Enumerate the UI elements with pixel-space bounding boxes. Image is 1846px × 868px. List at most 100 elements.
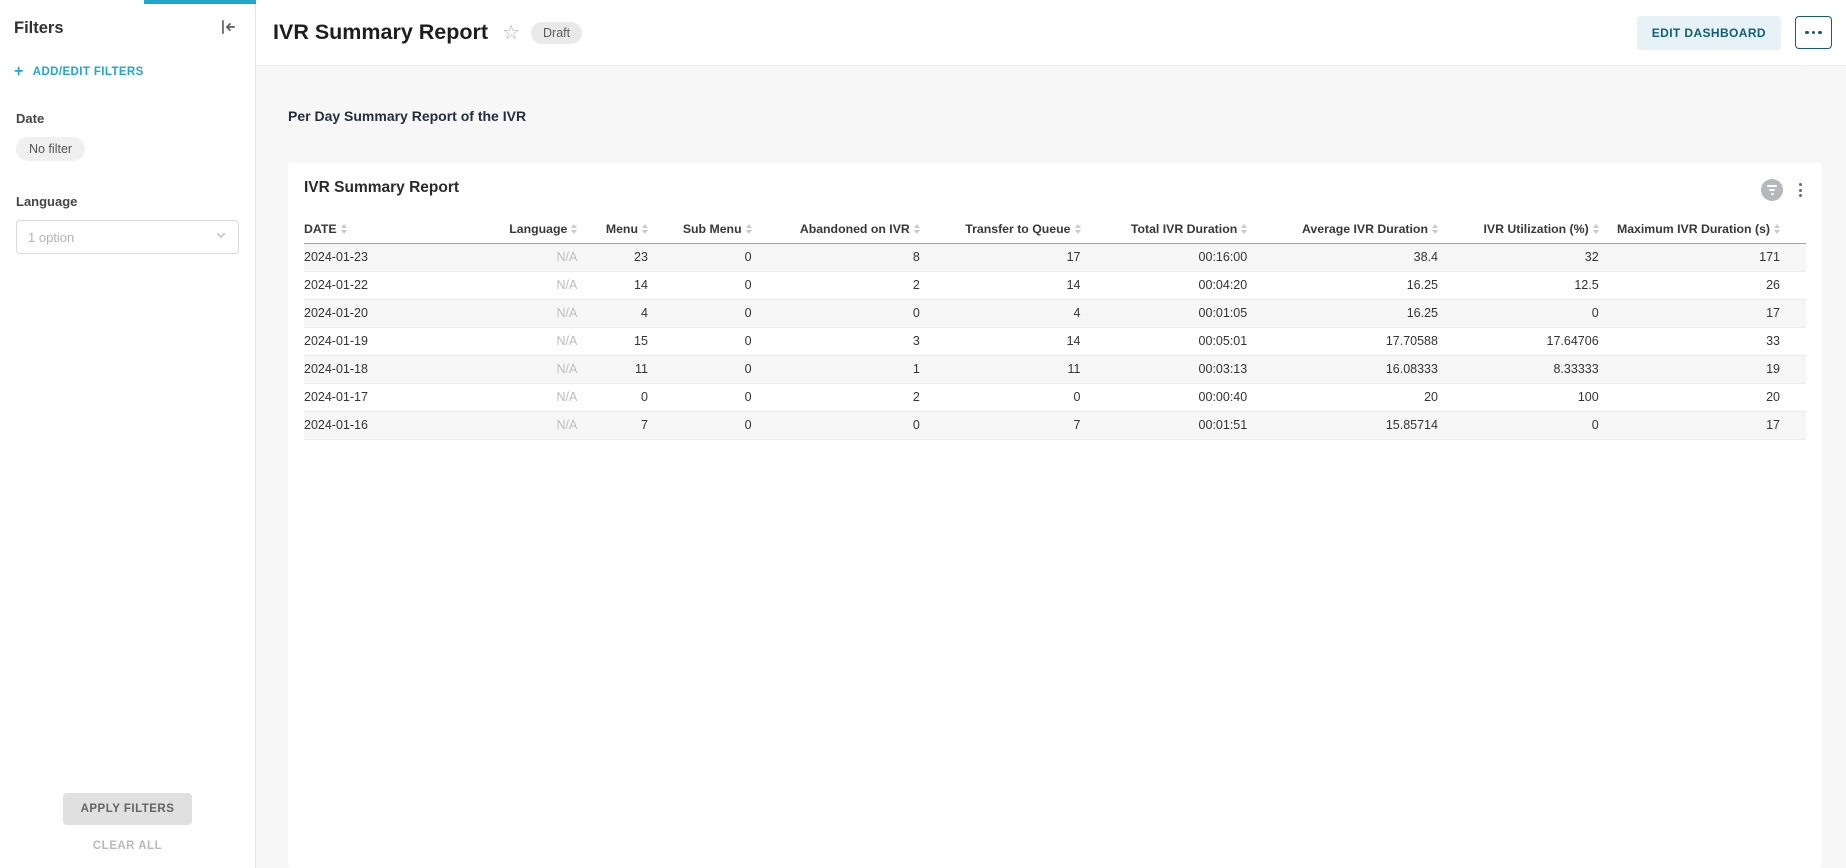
table-cell: 0 [648, 327, 752, 355]
add-edit-filters-label: ADD/EDIT FILTERS [33, 66, 144, 78]
page-title: IVR Summary Report [273, 20, 488, 45]
table-cell: 2024-01-23 [304, 243, 493, 271]
table-cell: 00:05:01 [1081, 327, 1248, 355]
chart-card-actions [1761, 179, 1806, 201]
dashboard-menu-button[interactable] [1795, 16, 1832, 49]
table-cell: 15.85714 [1247, 411, 1438, 439]
column-label: Language [509, 222, 567, 236]
add-edit-filters-button[interactable]: + ADD/EDIT FILTERS [14, 66, 241, 78]
table-cell: 1 [752, 355, 920, 383]
column-label: Average IVR Duration [1302, 222, 1428, 236]
sort-icon [914, 224, 920, 234]
sort-icon [1075, 224, 1081, 234]
table-cell: 8.33333 [1438, 355, 1599, 383]
table-row: 2024-01-18N/A11011100:03:1316.083338.333… [304, 355, 1806, 383]
column-header-transfer-to-queue[interactable]: Transfer to Queue [920, 216, 1081, 243]
table-cell: 17 [1599, 299, 1806, 327]
filters-title: Filters [14, 19, 64, 38]
sort-icon [571, 224, 577, 234]
language-filter-value: 1 option [28, 230, 74, 245]
column-label: Menu [606, 222, 638, 236]
header-actions: EDIT DASHBOARD [1637, 16, 1832, 50]
date-filter-label: Date [16, 111, 239, 126]
language-filter-select[interactable]: 1 option [16, 220, 239, 254]
edit-dashboard-button[interactable]: EDIT DASHBOARD [1637, 16, 1781, 50]
table-cell: 3 [752, 327, 920, 355]
collapse-filter-bar-button[interactable] [217, 16, 239, 41]
column-header-average-ivr-duration[interactable]: Average IVR Duration [1247, 216, 1438, 243]
column-header-sub-menu[interactable]: Sub Menu [648, 216, 752, 243]
table-cell: N/A [493, 327, 577, 355]
table-cell: 17.64706 [1438, 327, 1599, 355]
language-filter-group: Language 1 option [16, 194, 239, 254]
column-label: Transfer to Queue [965, 222, 1070, 236]
apply-filters-button[interactable]: APPLY FILTERS [63, 793, 193, 825]
favorite-star-icon[interactable]: ☆ [502, 23, 520, 43]
status-badge: Draft [531, 22, 582, 44]
table-cell: 7 [920, 411, 1081, 439]
column-label: Sub Menu [683, 222, 742, 236]
table-cell: 33 [1599, 327, 1806, 355]
column-label: Maximum IVR Duration (s) [1617, 222, 1770, 236]
filter-bar-accent [144, 0, 256, 4]
table-cell: 00:04:20 [1081, 271, 1248, 299]
table-cell: 12.5 [1438, 271, 1599, 299]
table-cell: 23 [577, 243, 648, 271]
table-cell: 0 [1438, 411, 1599, 439]
language-filter-label: Language [16, 194, 239, 209]
sort-icon [341, 224, 347, 234]
ivr-summary-table: DATE Language Menu Sub Menu Abandoned on IVR… [304, 216, 1806, 440]
table-cell: N/A [493, 299, 577, 327]
column-label: Total IVR Duration [1131, 222, 1237, 236]
date-filter-value-pill[interactable]: No filter [16, 137, 85, 161]
table-cell: 14 [920, 271, 1081, 299]
table-cell: 0 [1438, 299, 1599, 327]
plus-icon: + [14, 66, 24, 78]
table-cell: 38.4 [1247, 243, 1438, 271]
table-cell: 20 [1247, 383, 1438, 411]
table-cell: 0 [648, 271, 752, 299]
table-cell: 15 [577, 327, 648, 355]
table-cell: 0 [648, 243, 752, 271]
chart-card-header: IVR Summary Report [304, 177, 1806, 201]
chart-menu-icon[interactable] [1795, 181, 1806, 199]
table-cell: 32 [1438, 243, 1599, 271]
table-cell: 0 [752, 299, 920, 327]
table-cell: 20 [1599, 383, 1806, 411]
table-cell: 17 [1599, 411, 1806, 439]
column-header-maximum-ivr-duration-s[interactable]: Maximum IVR Duration (s) [1599, 216, 1806, 243]
filter-bar: Filters + ADD/EDIT FILTERS Date No filte… [0, 0, 256, 868]
column-header-language[interactable]: Language [493, 216, 577, 243]
column-header-abandoned-on-ivr[interactable]: Abandoned on IVR [752, 216, 920, 243]
table-row: 2024-01-20N/A400400:01:0516.25017 [304, 299, 1806, 327]
table-cell: 4 [920, 299, 1081, 327]
sort-icon [1593, 224, 1599, 234]
filter-bar-footer: APPLY FILTERS CLEAR ALL [0, 793, 255, 868]
table-cell: N/A [493, 355, 577, 383]
date-filter-group: Date No filter [16, 111, 239, 161]
table-cell: 00:00:40 [1081, 383, 1248, 411]
table-cell: 2 [752, 271, 920, 299]
main-area: IVR Summary Report ☆ Draft EDIT DASHBOAR… [256, 0, 1846, 868]
table-cell: N/A [493, 383, 577, 411]
table-cell: 2024-01-17 [304, 383, 493, 411]
table-cell: 0 [648, 383, 752, 411]
column-header-date[interactable]: DATE [304, 216, 493, 243]
table-cell: 171 [1599, 243, 1806, 271]
table-cell: 11 [577, 355, 648, 383]
column-header-ivr-utilization[interactable]: IVR Utilization (%) [1438, 216, 1599, 243]
table-cell: 14 [577, 271, 648, 299]
table-cell: 2024-01-20 [304, 299, 493, 327]
applied-filters-icon[interactable] [1761, 179, 1783, 201]
table-cell: 4 [577, 299, 648, 327]
clear-all-button[interactable]: CLEAR ALL [93, 840, 162, 852]
table-cell: 2024-01-18 [304, 355, 493, 383]
table-cell: 0 [577, 383, 648, 411]
sort-icon [1432, 224, 1438, 234]
sort-icon [642, 224, 648, 234]
column-header-total-ivr-duration[interactable]: Total IVR Duration [1081, 216, 1248, 243]
table-cell: 11 [920, 355, 1081, 383]
table-cell: 0 [648, 355, 752, 383]
column-header-menu[interactable]: Menu [577, 216, 648, 243]
table-header-row: DATE Language Menu Sub Menu Abandoned on IVR… [304, 216, 1806, 243]
